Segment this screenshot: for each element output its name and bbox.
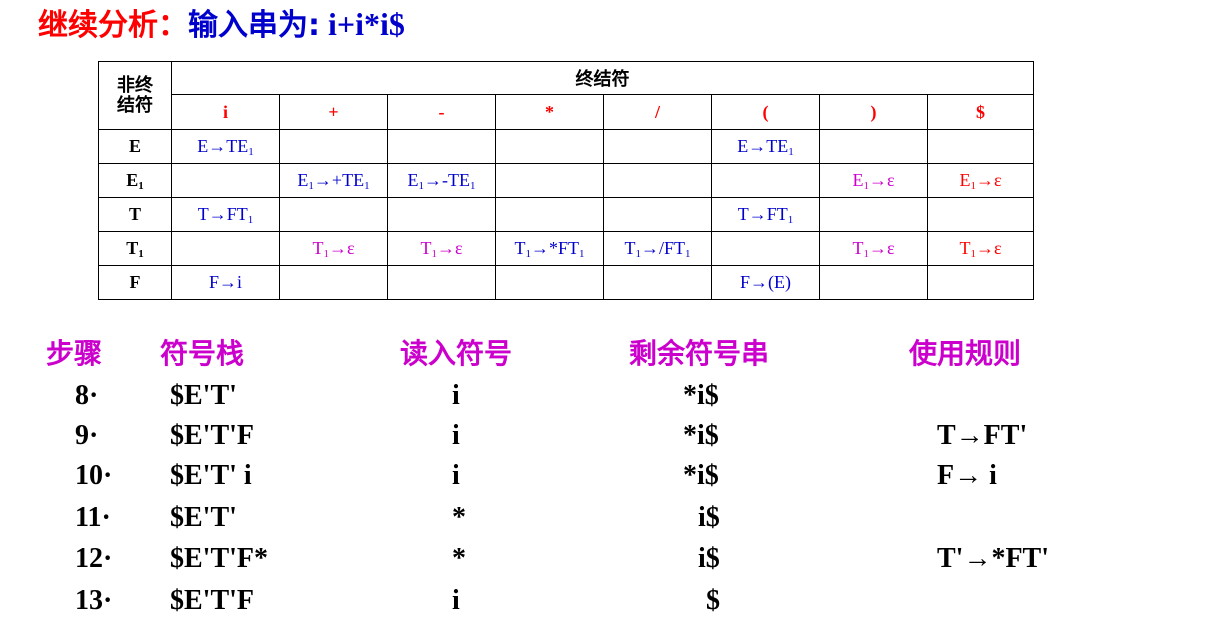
empty-cell bbox=[711, 163, 820, 198]
rule-value: T→FT' bbox=[937, 420, 1028, 451]
empty-cell bbox=[819, 197, 928, 232]
production-cell: E→TE1 bbox=[711, 129, 820, 164]
stack-value: $E'T' bbox=[170, 502, 237, 533]
empty-cell bbox=[603, 129, 712, 164]
terminal-plus: + bbox=[279, 94, 388, 130]
rule-value: F→ i bbox=[937, 460, 997, 491]
header-input: 读入符号 bbox=[400, 337, 513, 370]
header-rest: 剩余符号串 bbox=[629, 337, 770, 370]
table-row-T: T T→FT1 T→FT1 bbox=[98, 197, 1034, 232]
terminal-i: i bbox=[171, 94, 280, 130]
nonterminal-cell: T1 bbox=[98, 231, 172, 266]
empty-cell bbox=[387, 197, 496, 232]
title-part3: i+i*i$ bbox=[320, 6, 405, 42]
production-cell: T1→ε bbox=[279, 231, 388, 266]
rule-value: T'→*FT' bbox=[937, 543, 1050, 574]
empty-cell bbox=[495, 163, 604, 198]
production-cell: T1→ε bbox=[387, 231, 496, 266]
step-number: 9· bbox=[75, 420, 99, 451]
empty-cell bbox=[603, 197, 712, 232]
title-part1: 继续分析： bbox=[38, 8, 188, 43]
corner-line1: 非终 bbox=[117, 74, 153, 96]
rest-value: *i$ bbox=[683, 460, 719, 491]
empty-cell bbox=[603, 163, 712, 198]
terminal-slash: / bbox=[603, 94, 712, 130]
empty-cell bbox=[387, 265, 496, 300]
input-value: * bbox=[452, 502, 466, 533]
nonterminal-cell: F bbox=[98, 265, 172, 300]
empty-cell bbox=[927, 197, 1034, 232]
empty-cell bbox=[603, 265, 712, 300]
table-row-T1: T1 T1→ε T1→ε T1→*FT1 T1→/FT1 T1→ε T1→ε bbox=[98, 231, 1034, 266]
table-row-E1: E1 E1→+TE1 E1→-TE1 E1→ε E1→ε bbox=[98, 163, 1034, 198]
rest-value: *i$ bbox=[683, 380, 719, 411]
table-row-E: E E→TE1 E→TE1 bbox=[98, 129, 1034, 164]
nonterminal-cell: T bbox=[98, 197, 172, 232]
empty-cell bbox=[927, 129, 1034, 164]
production-cell: T1→/FT1 bbox=[603, 231, 712, 266]
header-step: 步骤 bbox=[46, 337, 103, 370]
slide-title: 继续分析：输入串为: i+i*i$ bbox=[38, 2, 405, 46]
terminal-star: * bbox=[495, 94, 604, 130]
step-number: 13· bbox=[75, 585, 113, 616]
empty-cell bbox=[819, 265, 928, 300]
stack-value: $E'T'F bbox=[170, 585, 255, 616]
input-value: * bbox=[452, 543, 466, 574]
empty-cell bbox=[279, 265, 388, 300]
production-cell: F→i bbox=[171, 265, 280, 300]
production-cell: F→(E) bbox=[711, 265, 820, 300]
empty-cell bbox=[279, 197, 388, 232]
production-cell: E1→-TE1 bbox=[387, 163, 496, 198]
terminal-minus: - bbox=[387, 94, 496, 130]
empty-cell bbox=[495, 197, 604, 232]
empty-cell bbox=[171, 231, 280, 266]
terminal-rparen: ) bbox=[819, 94, 928, 130]
production-cell: E1→ε bbox=[819, 163, 928, 198]
empty-cell bbox=[495, 265, 604, 300]
stack-value: $E'T'F bbox=[170, 420, 255, 451]
production-cell: E1→+TE1 bbox=[279, 163, 388, 198]
empty-cell bbox=[711, 231, 820, 266]
terminal-lparen: ( bbox=[711, 94, 820, 130]
corner-header: 非终 结符 bbox=[98, 61, 172, 130]
rest-value: *i$ bbox=[683, 420, 719, 451]
title-part2: 输入串为: bbox=[188, 8, 320, 43]
production-cell: T→FT1 bbox=[171, 197, 280, 232]
production-cell: T1→ε bbox=[927, 231, 1034, 266]
empty-cell bbox=[819, 129, 928, 164]
header-stack: 符号栈 bbox=[160, 337, 245, 370]
input-value: i bbox=[452, 420, 460, 451]
step-number: 12· bbox=[75, 543, 113, 574]
table-row-F: F F→i F→(E) bbox=[98, 265, 1034, 300]
empty-cell bbox=[387, 129, 496, 164]
empty-cell bbox=[171, 163, 280, 198]
stack-value: $E'T'F* bbox=[170, 543, 269, 574]
header-rule: 使用规则 bbox=[909, 337, 1022, 370]
production-cell: E1→ε bbox=[927, 163, 1034, 198]
rest-value: i$ bbox=[698, 502, 720, 533]
step-number: 8· bbox=[75, 380, 99, 411]
empty-cell bbox=[279, 129, 388, 164]
ll1-parsing-table: 非终 结符 终结符 i + - * / ( ) $ E E→TE1 E→TE1 … bbox=[98, 61, 1034, 300]
empty-cell bbox=[495, 129, 604, 164]
production-cell: E→TE1 bbox=[171, 129, 280, 164]
nonterminal-cell: E bbox=[98, 129, 172, 164]
input-value: i bbox=[452, 460, 460, 491]
input-value: i bbox=[452, 380, 460, 411]
stack-value: $E'T' i bbox=[170, 460, 252, 491]
production-cell: T→FT1 bbox=[711, 197, 820, 232]
rest-value: $ bbox=[706, 585, 720, 616]
step-number: 10· bbox=[75, 460, 113, 491]
terminal-header: 终结符 bbox=[171, 61, 1034, 95]
empty-cell bbox=[927, 265, 1034, 300]
corner-line2: 结符 bbox=[117, 94, 153, 116]
production-cell: T1→ε bbox=[819, 231, 928, 266]
production-cell: T1→*FT1 bbox=[495, 231, 604, 266]
terminal-dollar: $ bbox=[927, 94, 1034, 130]
step-number: 11· bbox=[75, 502, 111, 533]
nonterminal-cell: E1 bbox=[98, 163, 172, 198]
rest-value: i$ bbox=[698, 543, 720, 574]
stack-value: $E'T' bbox=[170, 380, 237, 411]
input-value: i bbox=[452, 585, 460, 616]
